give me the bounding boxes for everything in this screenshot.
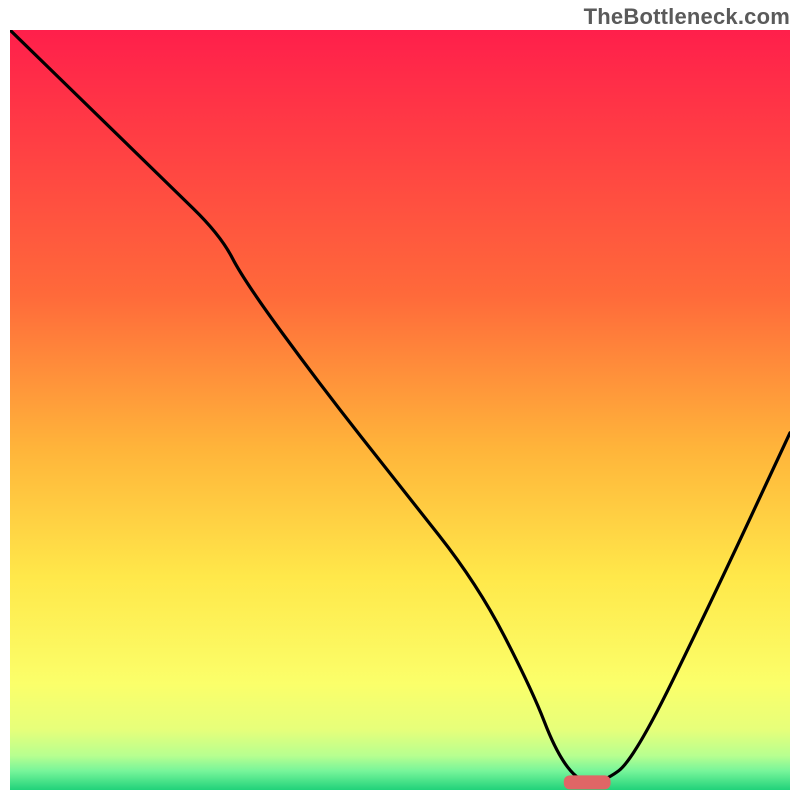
watermark-text: TheBottleneck.com (584, 4, 790, 30)
optimal-marker (564, 775, 611, 789)
chart-container: TheBottleneck.com (0, 0, 800, 800)
plot-area (10, 30, 790, 790)
plot-svg (10, 30, 790, 790)
